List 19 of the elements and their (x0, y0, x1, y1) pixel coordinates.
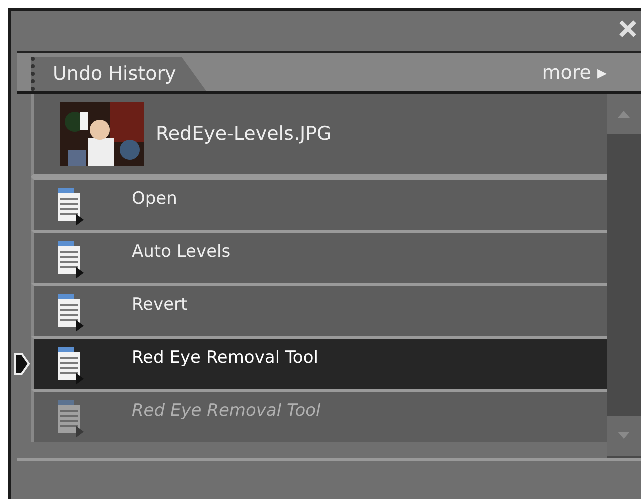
history-step[interactable]: Open (31, 177, 607, 230)
document-icon (56, 345, 86, 385)
document-icon (56, 186, 86, 226)
down-arrow-icon (618, 432, 630, 440)
snapshot-name: RedEye-Levels.JPG (156, 123, 332, 145)
panel-tab[interactable]: Undo History (31, 57, 206, 91)
up-arrow-icon (618, 110, 630, 118)
document-icon (56, 292, 86, 332)
document-icon (56, 239, 86, 279)
history-step[interactable]: Red Eye Removal Tool (31, 389, 607, 442)
history-step[interactable]: Red Eye Removal Tool (31, 336, 607, 389)
more-menu[interactable]: more ▸ (536, 61, 613, 85)
document-icon (56, 398, 86, 438)
scroll-up-button[interactable] (607, 94, 641, 134)
snapshot-row[interactable]: RedEye-Levels.JPG (31, 94, 607, 177)
history-step[interactable]: Auto Levels (31, 230, 607, 283)
history-step[interactable]: Revert (31, 283, 607, 336)
scrollbar[interactable] (607, 94, 641, 458)
scroll-down-button[interactable] (607, 416, 641, 456)
